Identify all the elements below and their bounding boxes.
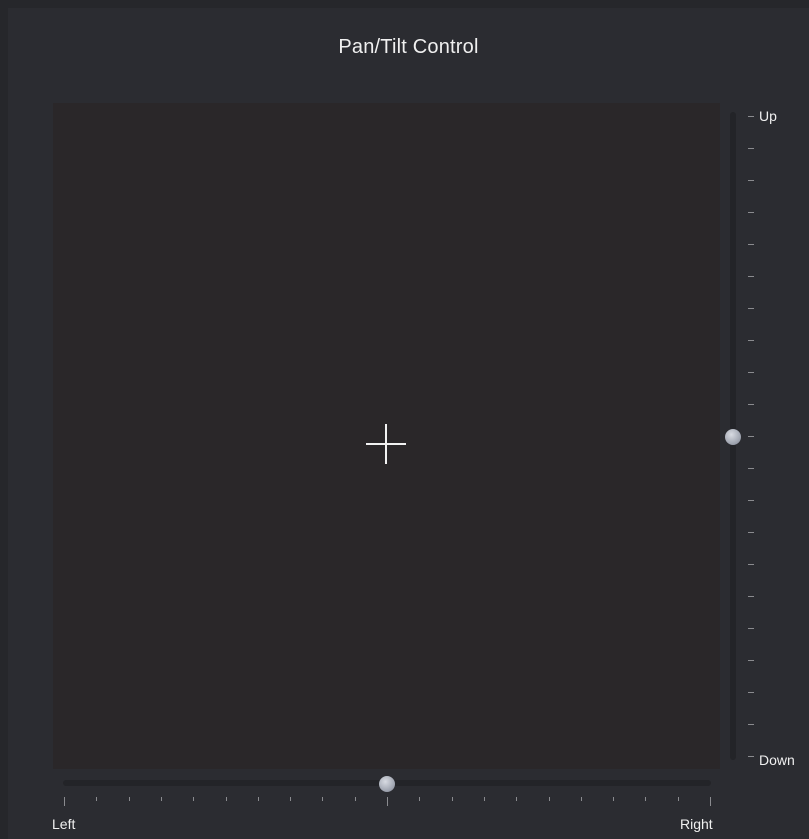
pan-tick bbox=[64, 797, 65, 806]
tilt-up-label: Up bbox=[759, 108, 777, 124]
tilt-tick bbox=[748, 692, 754, 693]
pan-tick bbox=[322, 797, 324, 801]
pan-tick bbox=[580, 797, 582, 801]
pan-slider-ticks bbox=[64, 797, 711, 807]
tilt-down-label: Down bbox=[759, 752, 795, 768]
tilt-tick bbox=[748, 340, 754, 341]
tilt-tick bbox=[748, 564, 754, 565]
pan-tick bbox=[451, 797, 453, 801]
pan-tick bbox=[548, 797, 550, 801]
pan-left-label: Left bbox=[52, 816, 76, 832]
tilt-tick bbox=[748, 116, 754, 117]
tilt-tick bbox=[748, 532, 754, 533]
pan-tick bbox=[710, 797, 711, 806]
tilt-tick bbox=[748, 628, 754, 629]
tilt-tick bbox=[748, 148, 754, 149]
tilt-tick bbox=[748, 404, 754, 405]
tilt-tick bbox=[748, 596, 754, 597]
panel-title: Pan/Tilt Control bbox=[338, 36, 479, 58]
tilt-tick bbox=[748, 500, 754, 501]
pan-tick bbox=[645, 797, 647, 801]
tilt-tick bbox=[748, 724, 754, 725]
tilt-tick bbox=[748, 372, 754, 373]
pan-tick bbox=[96, 797, 98, 801]
crosshair-icon[interactable] bbox=[366, 424, 406, 464]
pan-tilt-pad[interactable] bbox=[53, 103, 720, 769]
pan-right-label: Right bbox=[680, 816, 713, 832]
pan-tick bbox=[290, 797, 292, 801]
tilt-slider-thumb[interactable] bbox=[725, 429, 741, 445]
tilt-tick bbox=[748, 660, 754, 661]
pan-tick bbox=[225, 797, 227, 801]
pan-tick bbox=[354, 797, 356, 801]
pan-tick bbox=[419, 797, 421, 801]
pan-tick bbox=[387, 797, 388, 806]
pan-tick bbox=[257, 797, 259, 801]
tilt-tick bbox=[748, 468, 754, 469]
tilt-tick bbox=[748, 244, 754, 245]
pan-tick bbox=[516, 797, 518, 801]
tilt-tick bbox=[748, 276, 754, 277]
pan-tick bbox=[160, 797, 162, 801]
pan-tick bbox=[193, 797, 195, 801]
tilt-tick bbox=[748, 212, 754, 213]
pan-tick bbox=[483, 797, 485, 801]
tilt-tick bbox=[748, 436, 754, 437]
pan-tick bbox=[128, 797, 130, 801]
pan-tick bbox=[677, 797, 679, 801]
pan-tilt-panel: Pan/Tilt Control Up Down Left Right bbox=[8, 8, 809, 839]
pan-slider-thumb[interactable] bbox=[379, 776, 395, 792]
tilt-tick bbox=[748, 308, 754, 309]
tilt-tick bbox=[748, 180, 754, 181]
tilt-tick bbox=[748, 756, 754, 757]
tilt-slider-ticks bbox=[748, 116, 754, 757]
pan-tick bbox=[613, 797, 615, 801]
